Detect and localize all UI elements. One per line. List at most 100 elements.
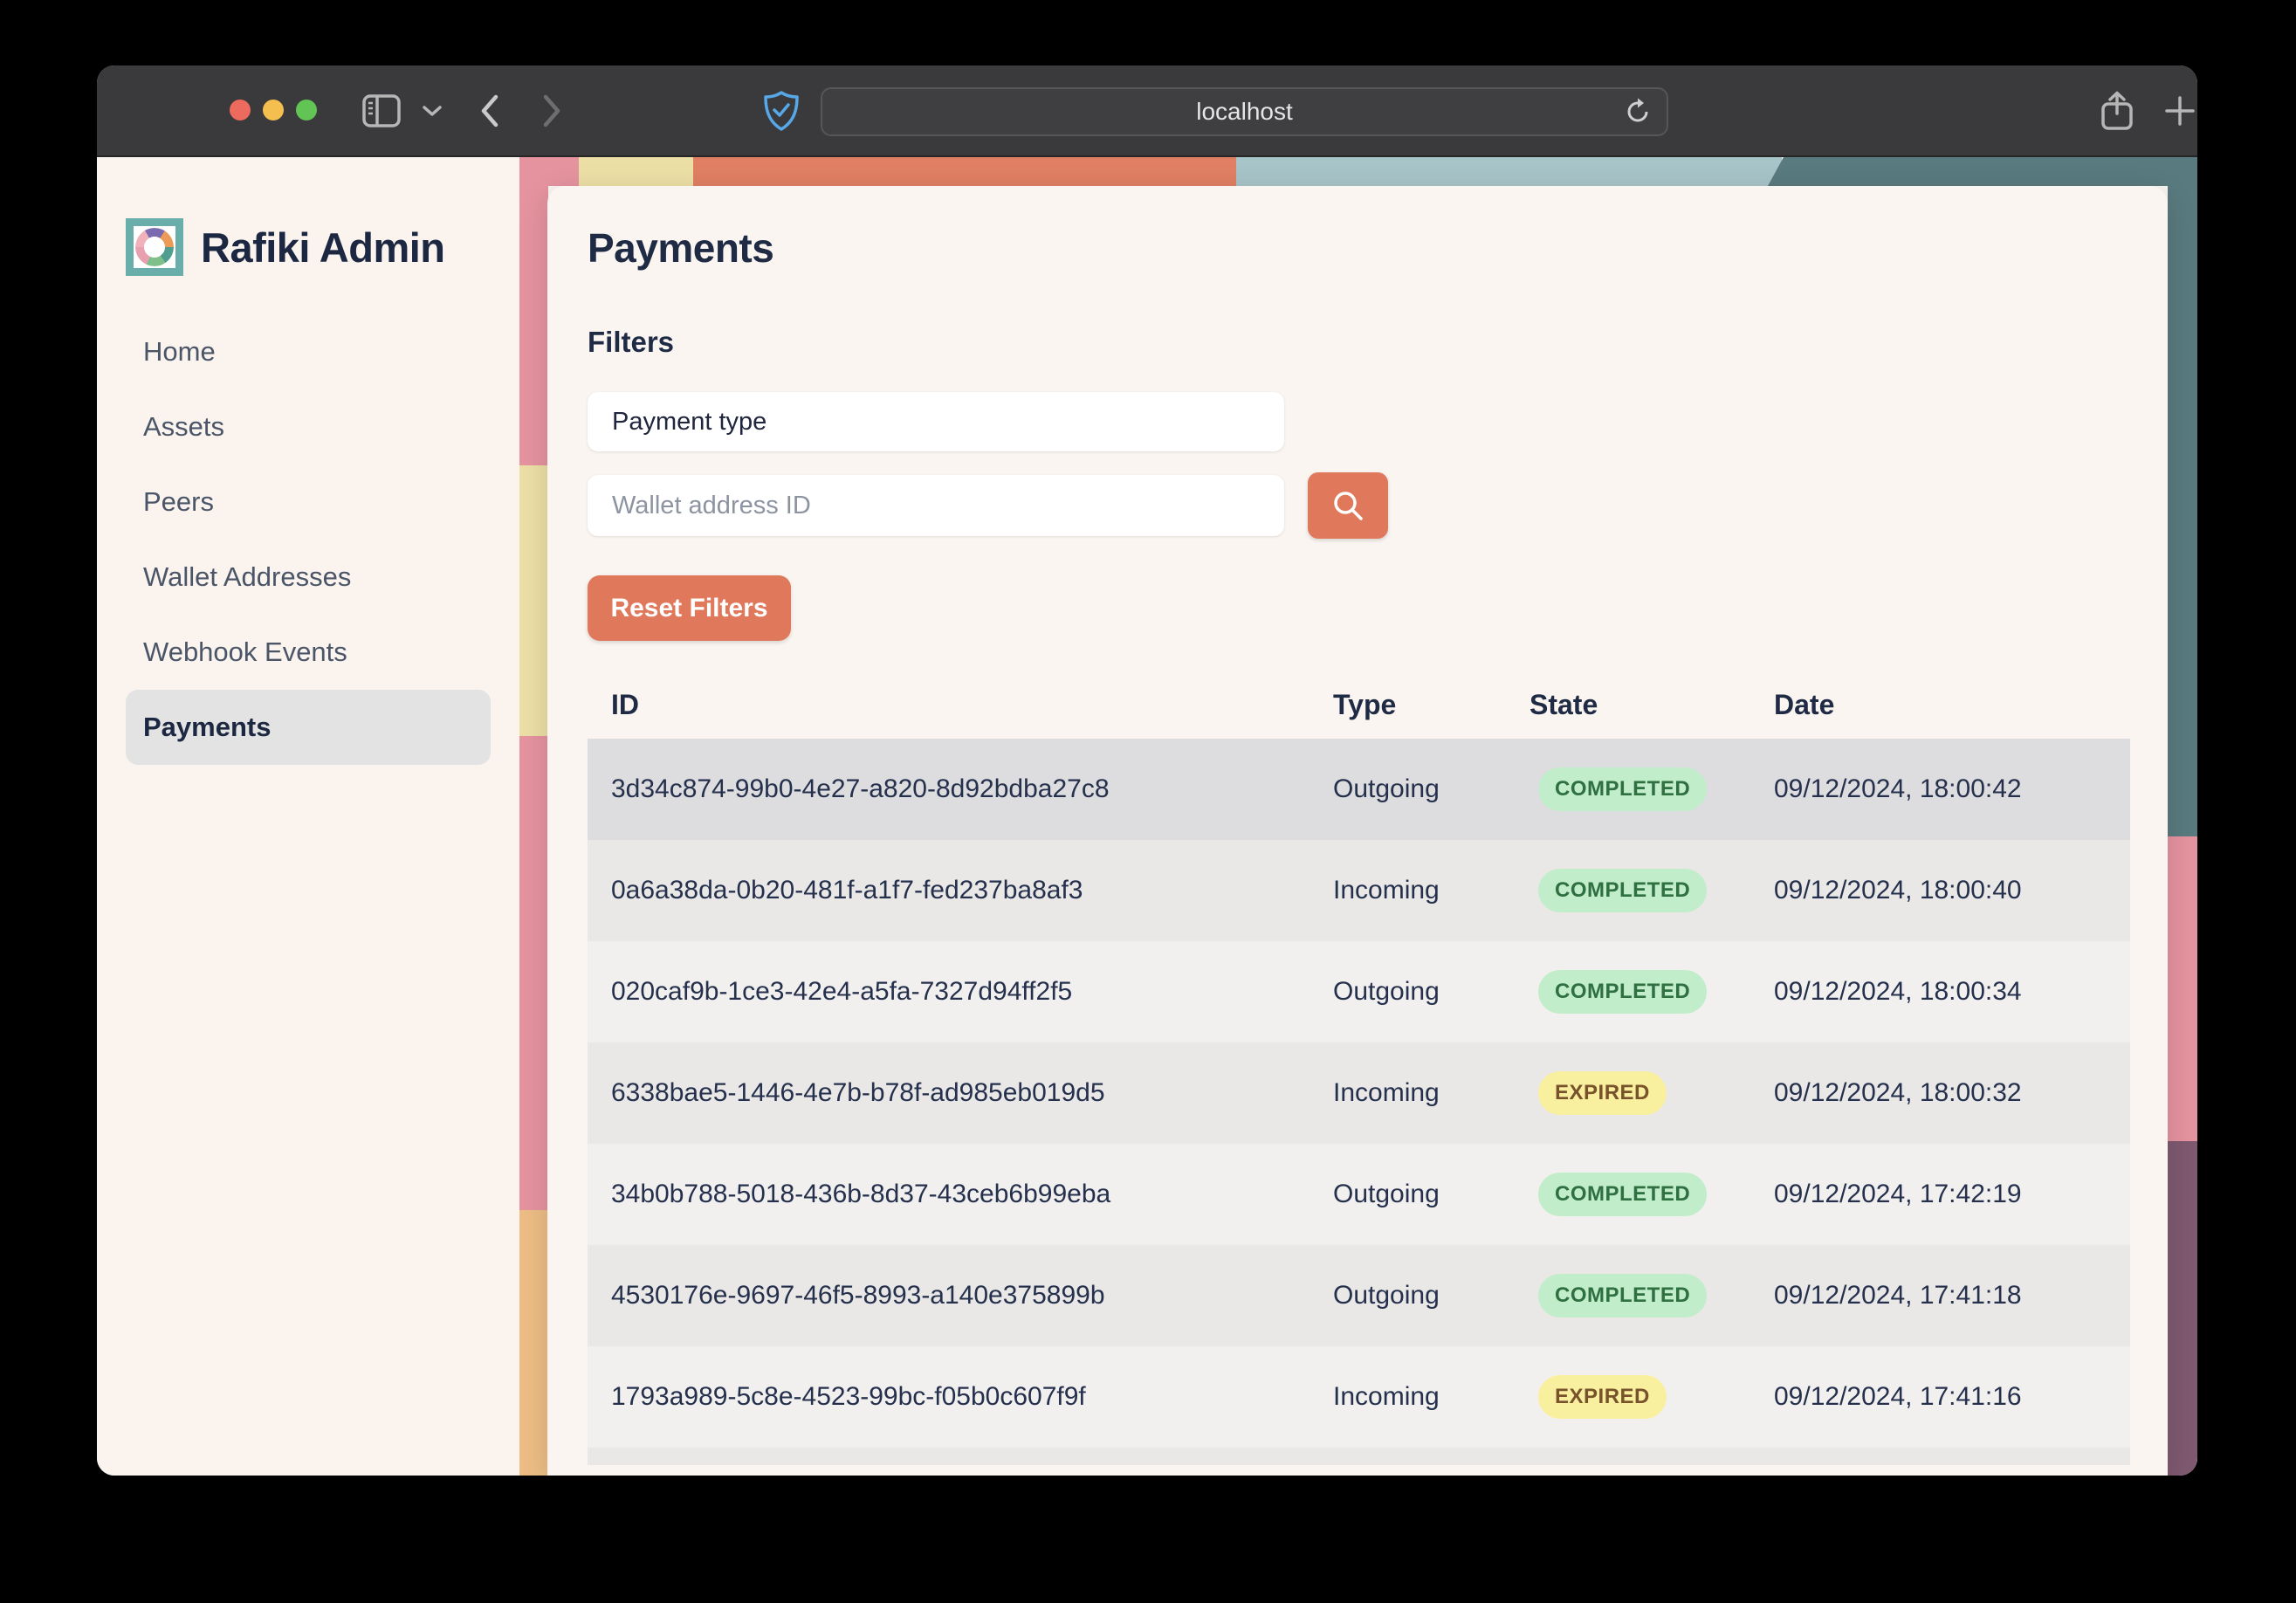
header-state: State — [1530, 689, 1774, 721]
cell-id: 1793a989-5c8e-4523-99bc-f05b0c607f9f — [611, 1382, 1333, 1412]
minimize-window-button[interactable] — [263, 100, 284, 120]
cell-type: Incoming — [1333, 1078, 1530, 1108]
cell-state: EXPIRED — [1530, 1071, 1774, 1115]
refresh-icon[interactable] — [1623, 97, 1653, 127]
reset-filters-button[interactable]: Reset Filters — [588, 575, 791, 641]
cell-date: 09/12/2024, 18:00:42 — [1774, 774, 2130, 804]
refresh-glyph — [1623, 97, 1653, 127]
cell-id: 3d34c874-99b0-4e27-a820-8d92bdba27c8 — [611, 774, 1333, 804]
forward-button[interactable] — [541, 93, 562, 128]
cell-type: Outgoing — [1333, 1180, 1530, 1209]
cell-type: Outgoing — [1333, 774, 1530, 804]
cell-state: EXPIRED — [1530, 1375, 1774, 1419]
status-badge: COMPLETED — [1538, 1274, 1707, 1317]
payment-type-select[interactable]: Payment type — [588, 392, 1284, 451]
payment-type-value: Payment type — [612, 408, 766, 437]
back-button[interactable] — [479, 93, 500, 128]
cell-id: 020caf9b-1ce3-42e4-a5fa-7327d94ff2f5 — [611, 977, 1333, 1007]
cell-type: Outgoing — [1333, 977, 1530, 1007]
privacy-shield-icon[interactable] — [763, 90, 800, 132]
sidebar-item-label: Webhook Events — [143, 636, 347, 668]
cell-id: 6338bae5-1446-4e7b-b78f-ad985eb019d5 — [611, 1078, 1333, 1108]
sidebar-item-label: Payments — [143, 712, 271, 743]
cell-state: COMPLETED — [1530, 1173, 1774, 1216]
browser-window: localhost — [97, 65, 2197, 1476]
new-tab-button[interactable] — [2164, 95, 2196, 127]
table-row[interactable]: 020caf9b-1ce3-42e4-a5fa-7327d94ff2f5 Out… — [588, 941, 2130, 1042]
status-badge: COMPLETED — [1538, 869, 1707, 912]
sidebar-item-label: Peers — [143, 486, 214, 518]
status-badge: COMPLETED — [1538, 1173, 1707, 1216]
cell-type: Incoming — [1333, 1382, 1530, 1412]
rafiki-logo-ring — [135, 228, 174, 266]
sidebar-nav: Home Assets Peers Wallet Addresses Webho… — [97, 314, 519, 765]
sidebar-toggle-icon[interactable] — [362, 94, 401, 127]
cell-state: COMPLETED — [1530, 767, 1774, 811]
close-window-button[interactable] — [230, 100, 251, 120]
cell-date: 09/12/2024, 18:00:32 — [1774, 1078, 2130, 1108]
cell-id: 4530176e-9697-46f5-8993-a140e375899b — [611, 1281, 1333, 1311]
payments-card: Payments Filters Payment type Reset Filt… — [547, 186, 2168, 1476]
cell-type: Outgoing — [1333, 1281, 1530, 1311]
plus-glyph — [2164, 95, 2196, 127]
address-bar[interactable]: localhost — [821, 87, 1668, 136]
table-row[interactable]: 3d34c874-99b0-4e27-a820-8d92bdba27c8 Out… — [588, 739, 2130, 840]
brand-name: Rafiki Admin — [201, 224, 445, 272]
table-row[interactable]: 4530176e-9697-46f5-8993-a140e375899b Out… — [588, 1245, 2130, 1346]
shield-glyph — [763, 90, 800, 132]
sidebar-item-home[interactable]: Home — [126, 314, 491, 389]
table-row[interactable]: 1793a989-5c8e-4523-99bc-f05b0c607f9f Inc… — [588, 1346, 2130, 1448]
status-badge: EXPIRED — [1538, 1375, 1667, 1419]
sidebar-item-wallet-addresses[interactable]: Wallet Addresses — [126, 540, 491, 615]
sidebar-item-peers[interactable]: Peers — [126, 464, 491, 540]
sidebar-item-webhook-events[interactable]: Webhook Events — [126, 615, 491, 690]
table-row[interactable]: 6338bae5-1446-4e7b-b78f-ad985eb019d5 Inc… — [588, 1042, 2130, 1144]
cell-date: 09/12/2024, 18:00:34 — [1774, 977, 2130, 1007]
cell-state: COMPLETED — [1530, 869, 1774, 912]
table-row[interactable]: 0a6a38da-0b20-481f-a1f7-fed237ba8af3 Inc… — [588, 840, 2130, 941]
header-id: ID — [611, 689, 1333, 721]
status-badge: EXPIRED — [1538, 1071, 1667, 1115]
sidebar-item-assets[interactable]: Assets — [126, 389, 491, 464]
sidebar-item-payments[interactable]: Payments — [126, 690, 491, 765]
sidebar-item-label: Assets — [143, 411, 224, 443]
sidebar-item-label: Wallet Addresses — [143, 561, 351, 593]
cell-date: 09/12/2024, 17:42:19 — [1774, 1180, 2130, 1209]
browser-toolbar: localhost — [97, 65, 2197, 157]
header-type: Type — [1333, 689, 1530, 721]
chevron-left-glyph — [479, 93, 500, 128]
chevron-down-glyph — [423, 105, 442, 117]
page-title: Payments — [588, 224, 2128, 272]
search-button[interactable] — [1308, 472, 1388, 539]
desktop-background: localhost — [0, 0, 2296, 1603]
cell-date: 09/12/2024, 17:41:18 — [1774, 1281, 2130, 1311]
rafiki-logo-icon — [126, 218, 183, 276]
sidebar-item-label: Home — [143, 336, 216, 368]
sidebar-menu-chevron-down-icon[interactable] — [423, 105, 442, 117]
table-body: 3d34c874-99b0-4e27-a820-8d92bdba27c8 Out… — [588, 739, 2130, 1465]
wallet-address-input[interactable] — [588, 475, 1284, 536]
status-badge: COMPLETED — [1538, 767, 1707, 811]
table-row[interactable]: 34b0b788-5018-436b-8d37-43ceb6b99eba Out… — [588, 1144, 2130, 1245]
search-icon — [1330, 488, 1365, 523]
zoom-window-button[interactable] — [296, 100, 317, 120]
share-glyph — [2100, 91, 2134, 131]
cell-id: 34b0b788-5018-436b-8d37-43ceb6b99eba — [611, 1180, 1333, 1209]
cell-state: COMPLETED — [1530, 970, 1774, 1014]
sidebar: Rafiki Admin Home Assets Peers Wallet Ad… — [97, 157, 519, 1476]
payments-table: ID Type State Date 3d34c874-99b0-4e27-a8… — [588, 671, 2130, 1465]
brand[interactable]: Rafiki Admin — [126, 218, 519, 276]
cell-state: COMPLETED — [1530, 1274, 1774, 1317]
cell-id: 0a6a38da-0b20-481f-a1f7-fed237ba8af3 — [611, 876, 1333, 905]
filters-title: Filters — [588, 326, 2128, 359]
share-button[interactable] — [2100, 91, 2134, 131]
cell-type: Incoming — [1333, 876, 1530, 905]
header-date: Date — [1774, 689, 2130, 721]
table-header-row: ID Type State Date — [588, 671, 2130, 739]
wallet-search-row — [588, 472, 2128, 539]
address-bar-url: localhost — [1196, 98, 1293, 126]
sidebar-toggle-glyph — [362, 94, 401, 127]
status-badge: COMPLETED — [1538, 970, 1707, 1014]
cell-date: 09/12/2024, 18:00:40 — [1774, 876, 2130, 905]
table-row-partial — [588, 1448, 2130, 1465]
